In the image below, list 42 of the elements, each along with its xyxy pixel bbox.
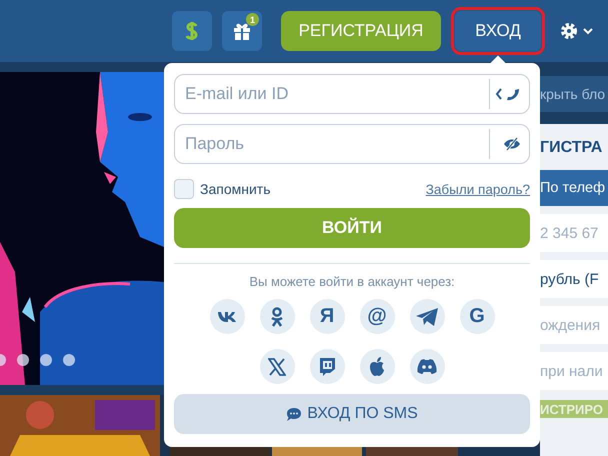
x-icon <box>268 358 286 376</box>
chat-bubble-icon <box>319 358 335 376</box>
vk-icon <box>218 311 236 322</box>
social-login-button[interactable] <box>260 349 294 384</box>
phone-icon[interactable] <box>495 86 521 102</box>
remember-checkbox[interactable] <box>174 179 194 199</box>
email-field[interactable]: E-mail или ID <box>174 74 530 114</box>
social-login-button[interactable] <box>410 349 444 384</box>
login-button[interactable]: ВХОД <box>455 11 541 51</box>
social-login-button[interactable] <box>410 299 444 334</box>
gift-icon <box>232 21 252 41</box>
social-login-button[interactable]: Я <box>310 299 344 334</box>
submit-button[interactable]: ВОЙТИ <box>174 208 530 248</box>
notification-badge: 1 <box>246 13 259 26</box>
sms-login-button[interactable]: ВХОД ПО SMS <box>174 394 530 434</box>
social-login-prompt: Вы можете войти в аккаунт через: <box>248 274 456 289</box>
dollar-button[interactable] <box>172 11 212 51</box>
social-login-button[interactable] <box>360 349 394 384</box>
phone-tab[interactable]: По телеф <box>540 170 608 206</box>
register-button[interactable]: РЕГИСТРАЦИЯ <box>281 11 441 51</box>
social-login-button[interactable]: @ <box>360 299 394 334</box>
gift-button[interactable]: 1 <box>222 11 262 51</box>
social-login-button[interactable] <box>210 299 244 334</box>
registration-title: ГИСТРА <box>540 138 604 158</box>
paper-plane-icon <box>416 308 438 326</box>
social-login-button[interactable] <box>260 299 294 334</box>
forgot-password-link[interactable]: Забыли пароль? <box>426 182 530 196</box>
social-login-button[interactable]: G <box>460 299 494 334</box>
hide-link[interactable]: крыть бло <box>540 76 608 112</box>
chevron-down-icon <box>583 28 593 34</box>
ok-icon <box>270 306 284 326</box>
eye-slash-icon[interactable] <box>503 137 521 151</box>
settings-button[interactable] <box>559 21 593 41</box>
currency-dropdown[interactable]: рубль (F <box>540 260 608 298</box>
apple-icon <box>369 357 385 376</box>
remember-label: Запомнить <box>200 181 270 197</box>
dollar-icon <box>185 20 199 42</box>
chat-bubble-icon <box>286 406 302 422</box>
settings-icon <box>559 21 579 41</box>
password-field[interactable]: Пароль <box>174 124 530 164</box>
game-controller-icon <box>417 359 437 374</box>
social-login-button[interactable] <box>310 349 344 384</box>
